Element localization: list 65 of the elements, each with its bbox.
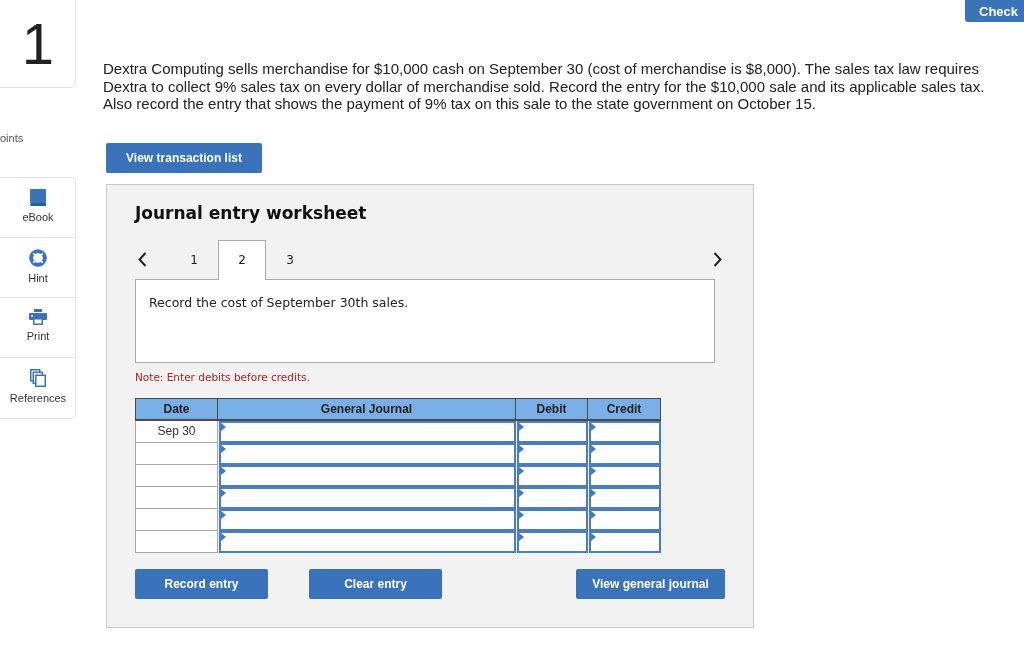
corner-triangle-icon	[221, 510, 226, 519]
debit-field[interactable]	[517, 530, 588, 553]
printer-icon	[29, 309, 47, 325]
note-text: Note: Enter debits before credits.	[135, 370, 311, 384]
debit-field[interactable]	[517, 508, 588, 531]
corner-triangle-icon	[221, 444, 226, 453]
question-number: 1	[0, 0, 76, 88]
check-button[interactable]: Check	[965, 0, 1024, 22]
action-button[interactable]: View general journal	[576, 568, 725, 599]
account-field[interactable]	[219, 464, 516, 487]
sidebar-item[interactable]: Print	[0, 298, 75, 358]
action-button[interactable]: Clear entry	[309, 568, 442, 599]
corner-triangle-icon	[519, 510, 524, 519]
corner-triangle-icon	[591, 444, 596, 453]
credit-field[interactable]	[589, 420, 661, 443]
chevron-left-icon[interactable]	[138, 251, 147, 267]
account-field[interactable]	[219, 486, 516, 509]
transaction-list-button[interactable]: View transaction list	[106, 142, 262, 173]
step-tab[interactable]: 2	[218, 239, 266, 280]
account-field[interactable]	[219, 508, 516, 531]
worksheet-title: Journal entry worksheet	[135, 202, 368, 223]
sidebar-item[interactable]: References	[0, 358, 75, 418]
corner-triangle-icon	[221, 488, 226, 497]
debit-field[interactable]	[517, 486, 588, 509]
sidebar-item[interactable]: Hint	[0, 238, 75, 298]
credit-field[interactable]	[589, 464, 661, 487]
step-tab[interactable]: 3	[266, 239, 314, 280]
credit-field[interactable]	[589, 442, 661, 465]
column-header: General Journal	[218, 397, 516, 421]
corner-triangle-icon	[591, 510, 596, 519]
column-header: Debit	[516, 397, 588, 421]
corner-triangle-icon	[221, 422, 226, 431]
chevron-right-icon[interactable]	[713, 251, 722, 267]
corner-triangle-icon	[519, 466, 524, 475]
debit-field[interactable]	[517, 420, 588, 443]
corner-triangle-icon	[221, 532, 226, 541]
debit-field[interactable]	[517, 464, 588, 487]
question-text: Dextra Computing sells merchandise for $10,000 cash on September 30 (cost of merchandise is $8,000). The sales tax law requires Dextra to collect 9% sales tax on every dollar of merchandise sold. Record the entry for the $10,000 sale and its applicable sales tax. Also record the entry that shows the payment of 9% tax on this sale to the state government on October 15.	[103, 60, 986, 113]
account-field[interactable]	[219, 420, 516, 443]
lifebuoy-icon	[29, 249, 47, 267]
corner-triangle-icon	[519, 532, 524, 541]
credit-field[interactable]	[589, 530, 661, 553]
points-label: oints	[0, 132, 25, 145]
column-header: Date	[135, 397, 218, 421]
corner-triangle-icon	[591, 532, 596, 541]
pages-icon	[30, 369, 46, 387]
sidebar-item[interactable]: eBook	[0, 178, 75, 238]
corner-triangle-icon	[591, 488, 596, 497]
corner-triangle-icon	[519, 422, 524, 431]
debit-field[interactable]	[517, 442, 588, 465]
credit-field[interactable]	[589, 486, 661, 509]
corner-triangle-icon	[591, 422, 596, 431]
book-icon	[30, 189, 46, 206]
column-header: Credit	[588, 397, 661, 421]
instruction-text: Record the cost of September 30th sales.	[149, 294, 410, 310]
corner-triangle-icon	[591, 466, 596, 475]
action-button[interactable]: Record entry	[135, 568, 268, 599]
corner-triangle-icon	[221, 466, 226, 475]
corner-triangle-icon	[519, 444, 524, 453]
account-field[interactable]	[219, 530, 516, 553]
date-cell: Sep 30	[135, 420, 218, 443]
corner-triangle-icon	[519, 488, 524, 497]
account-field[interactable]	[219, 442, 516, 465]
credit-field[interactable]	[589, 508, 661, 531]
step-tab[interactable]: 1	[170, 239, 218, 280]
